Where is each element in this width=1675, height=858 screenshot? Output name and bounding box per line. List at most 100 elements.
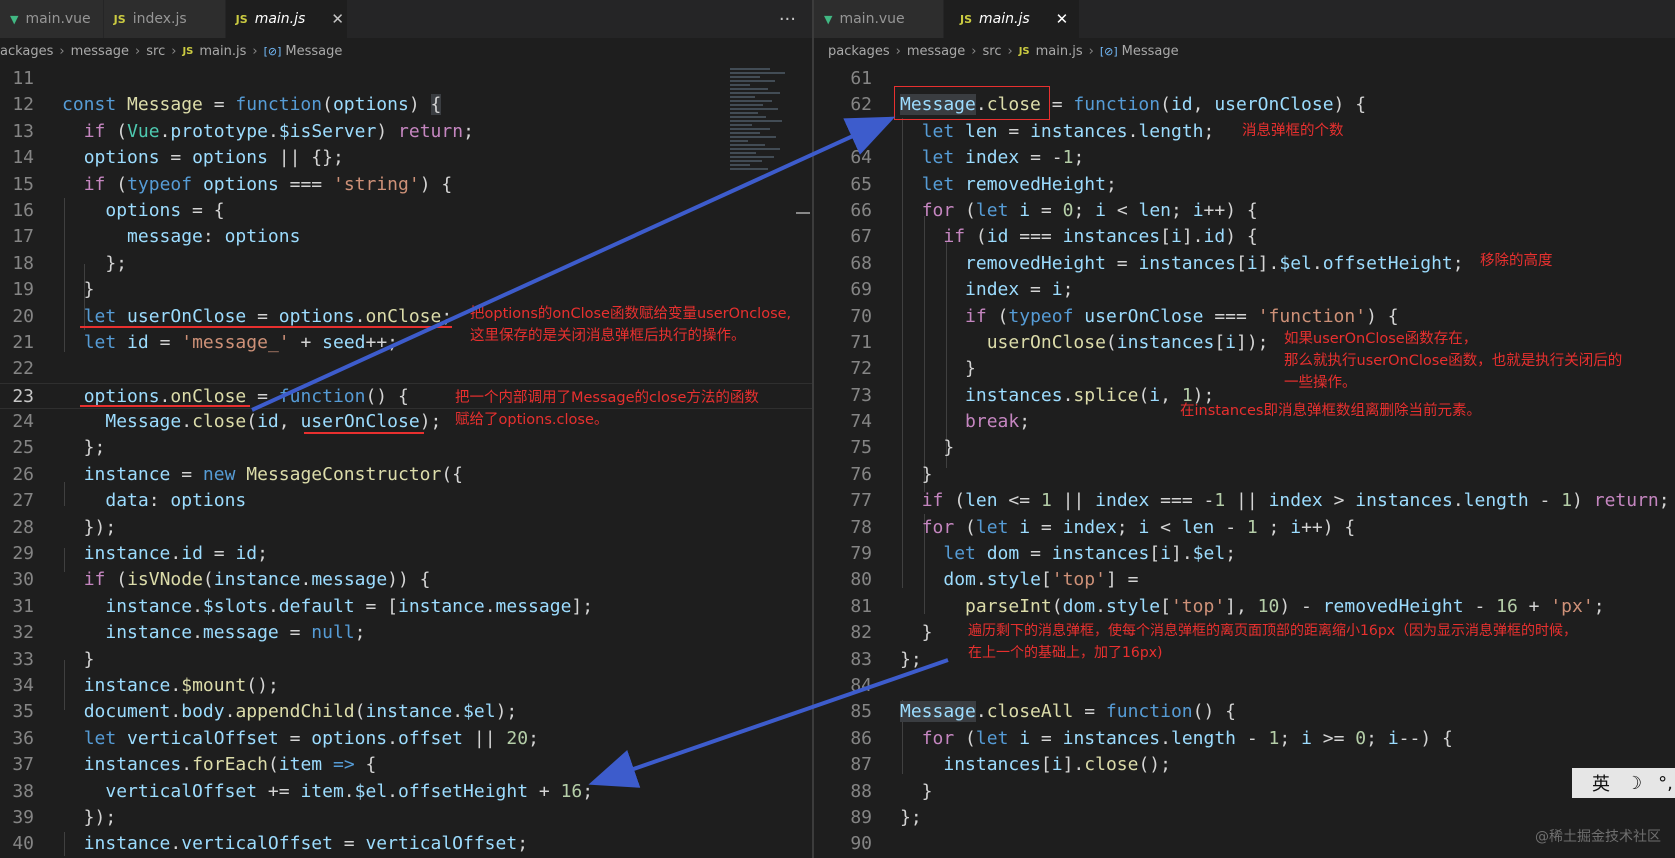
code-line: 16 options = {: [0, 198, 812, 224]
close-icon[interactable]: ✕: [331, 10, 344, 28]
line-number: 33: [12, 648, 34, 670]
breadcrumb-item[interactable]: src: [983, 44, 1002, 59]
line-number: 40: [12, 833, 34, 855]
tab-label: main.js: [254, 11, 306, 27]
code-line: 40 instance.verticalOffset = verticalOff…: [0, 831, 812, 857]
code-line: 30 if (isVNode(instance.message)) {: [0, 567, 812, 593]
chevron-right-icon: ›: [971, 43, 977, 59]
code-line: 79 let dom = instances[i].$el;: [814, 541, 1675, 567]
code-line: 37 instances.forEach(item => {: [0, 752, 812, 778]
line-number: 74: [850, 411, 872, 433]
line-number: 79: [850, 543, 872, 565]
code-editor[interactable]: 61 62 Message.close = function(id, userOn…: [814, 66, 1675, 858]
line-number: 19: [12, 279, 34, 301]
breadcrumb-item[interactable]: main.js: [1036, 44, 1083, 59]
breadcrumb-item[interactable]: src: [146, 44, 165, 59]
left-tab-bar: ▼ main.vue JS index.js JS main.js ✕ ···: [0, 0, 812, 38]
code-line: 22: [0, 356, 812, 382]
line-number: 70: [850, 305, 872, 327]
line-number: 61: [850, 68, 872, 89]
annotation-line: 在上一个的基础上，加了16px): [968, 645, 1163, 661]
line-number: 30: [12, 569, 34, 591]
symbol-icon: [⊘]: [263, 44, 282, 58]
code-line: 13 if (Vue.prototype.$isServer) return;: [0, 119, 812, 145]
breadcrumb-item[interactable]: ackages: [0, 44, 53, 59]
annotation-line: 把一个内部调用了Message的close方法的函数: [455, 390, 759, 406]
underline-mark: [304, 432, 424, 434]
code-line: 12 const Message = function(options) {: [0, 92, 812, 118]
breadcrumb-item[interactable]: packages: [828, 44, 890, 59]
line-number: 69: [850, 279, 872, 301]
code-line: 35 document.body.appendChild(instance.$e…: [0, 699, 812, 725]
line-number: 37: [12, 754, 34, 776]
underline-mark: [80, 326, 452, 328]
symbol-icon: [⊘]: [1099, 44, 1118, 58]
vue-file-icon: ▼: [10, 12, 19, 26]
code-editor[interactable]: 11 12 const Message = function(options) {…: [0, 66, 812, 858]
line-number: 67: [850, 226, 872, 248]
line-number: 78: [850, 516, 872, 538]
more-actions-icon[interactable]: ···: [763, 0, 812, 38]
right-tab-bar: ▼ main.vue JS main.js ✕: [814, 0, 1675, 38]
line-number: 34: [12, 674, 34, 696]
line-number: 17: [12, 226, 34, 248]
annotation-note: 消息弹框的个数: [1242, 123, 1344, 139]
js-file-icon: JS: [235, 12, 248, 26]
line-number: 73: [850, 384, 872, 406]
moon-icon[interactable]: ☽: [1626, 773, 1642, 794]
chevron-right-icon: ›: [171, 43, 177, 59]
punctuation-icon[interactable]: °,: [1658, 773, 1673, 794]
tab-label: main.vue: [839, 11, 905, 27]
chevron-right-icon: ›: [1007, 43, 1013, 59]
code-line: 78 for (let i = index; i < len - 1 ; i++…: [814, 515, 1675, 541]
line-number: 83: [850, 648, 872, 670]
line-number: 21: [12, 331, 34, 353]
annotation-note: 遍历剩下的消息弹框，使每个消息弹框的离页面顶部的距离缩小16px（因为显示消息弹…: [968, 620, 1577, 664]
tab-label: index.js: [132, 11, 187, 27]
annotation-note: 如果userOnClose函数存在， 那么就执行userOnClose函数，也就…: [1284, 328, 1622, 394]
code-line: 39 });: [0, 805, 812, 831]
tab-label: main.js: [979, 11, 1030, 27]
line-number: 63: [850, 120, 872, 142]
code-line: 17 message: options: [0, 224, 812, 250]
annotation-line: 赋给了options.close。: [455, 412, 609, 428]
close-icon[interactable]: ✕: [1056, 10, 1069, 28]
line-number: 66: [850, 199, 872, 221]
line-number: 15: [12, 173, 34, 195]
code-line: 65 let removedHeight;: [814, 172, 1675, 198]
line-number: 64: [850, 147, 872, 169]
breadcrumb-item[interactable]: main.js: [199, 44, 246, 59]
code-line: 29 instance.id = id;: [0, 541, 812, 567]
line-number: 32: [12, 622, 34, 644]
code-line: 11: [0, 66, 812, 92]
tab-main-js[interactable]: JS main.js ✕: [225, 0, 348, 38]
annotation-line: 把options的onClose函数赋给变量userOnclose,: [470, 306, 792, 322]
tab-index-js[interactable]: JS index.js: [103, 0, 226, 38]
breadcrumb-item[interactable]: Message: [1122, 44, 1179, 59]
tab-main-vue[interactable]: ▼ main.vue: [814, 0, 944, 38]
annotation-note: 把options的onClose函数赋给变量userOnclose, 这里保存的…: [470, 303, 791, 347]
line-number: 87: [850, 754, 872, 776]
code-line: 80 dom.style['top'] =: [814, 567, 1675, 593]
ime-language-label[interactable]: 英: [1592, 770, 1610, 796]
line-number: 11: [12, 68, 34, 89]
tab-main-vue[interactable]: ▼ main.vue: [0, 0, 104, 38]
line-number: 68: [850, 252, 872, 274]
line-number: 20: [12, 305, 34, 327]
tab-main-js[interactable]: JS main.js ✕: [944, 0, 1080, 38]
line-number: 77: [850, 490, 872, 512]
code-line: 15 if (typeof options === 'string') {: [0, 172, 812, 198]
code-line: 25 };: [0, 435, 812, 461]
left-editor-pane: ▼ main.vue JS index.js JS main.js ✕ ··· …: [0, 0, 812, 858]
line-number: 76: [850, 463, 872, 485]
line-number: 24: [12, 411, 34, 433]
line-number: 82: [850, 622, 872, 644]
code-line: 70 if (typeof userOnClose === 'function'…: [814, 304, 1675, 330]
ime-indicator[interactable]: 英 ☽ °,: [1572, 768, 1675, 798]
line-number: 84: [850, 674, 872, 696]
line-number: 18: [12, 252, 34, 274]
breadcrumb-item[interactable]: Message: [285, 44, 342, 59]
code-line: 64 let index = -1;: [814, 145, 1675, 171]
breadcrumb-item[interactable]: message: [907, 44, 965, 59]
breadcrumb-item[interactable]: message: [71, 44, 129, 59]
